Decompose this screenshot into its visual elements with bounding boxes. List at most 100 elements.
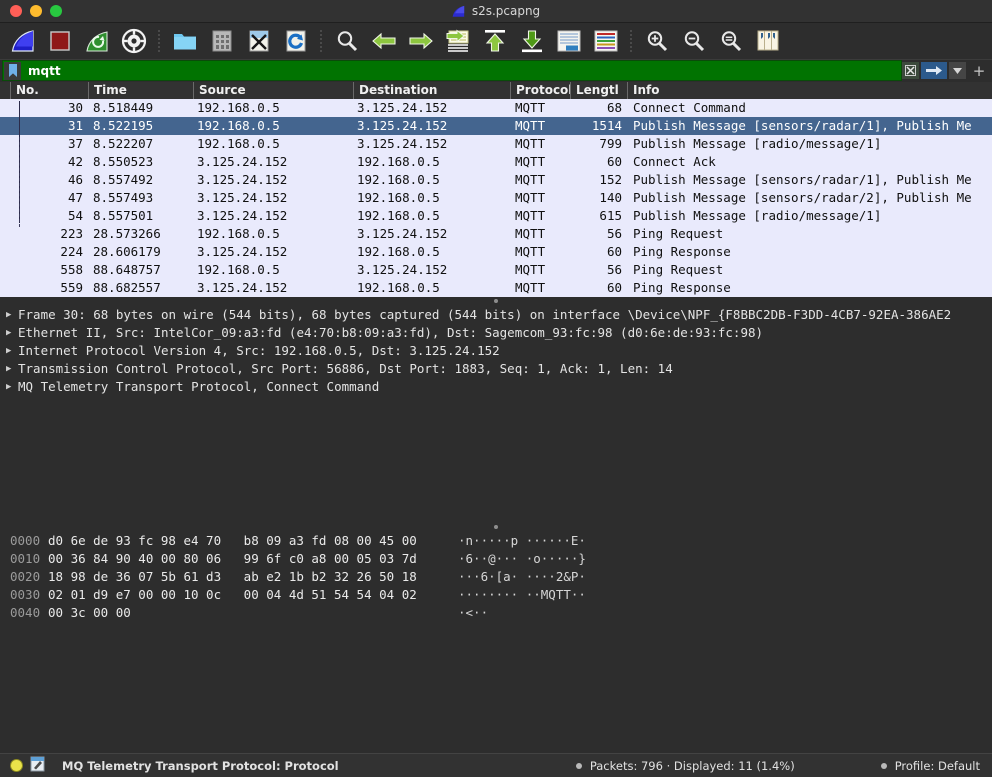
table-row[interactable]: 223 28.573266 192.168.0.5 3.125.24.152 MQTT 5…	[0, 225, 992, 243]
table-row[interactable]: 558 88.648757 192.168.0.5 3.125.24.152 MQTT 5…	[0, 261, 992, 279]
column-header-protocol[interactable]: Protocol	[510, 82, 570, 99]
auto-scroll-button[interactable]	[553, 26, 584, 57]
apply-filter-button[interactable]	[921, 62, 947, 79]
packet-row-marker	[0, 261, 10, 279]
hex-dump-row[interactable]: 0030 02 01 d9 e7 00 00 10 0c 00 04 4d 51 …	[0, 586, 992, 604]
detail-tree-row[interactable]: ▶ Transmission Control Protocol, Src Port…	[0, 360, 992, 378]
title-bar: s2s.pcapng	[0, 0, 992, 23]
packet-info: Ping Response	[633, 244, 731, 259]
packet-destination: 192.168.0.5	[357, 280, 440, 295]
restart-capture-button[interactable]	[81, 26, 112, 57]
go-to-packet-button[interactable]	[442, 26, 473, 57]
column-header-source[interactable]: Source	[193, 82, 353, 99]
minimize-window-button[interactable]	[30, 5, 42, 17]
shark-fin-icon	[11, 30, 34, 52]
packet-time: 8.557501	[93, 208, 154, 223]
column-header-no[interactable]: No.	[10, 82, 88, 99]
go-back-button[interactable]	[368, 26, 399, 57]
triangle-right-icon[interactable]: ▶	[4, 342, 18, 360]
table-row[interactable]: 30 8.518449 192.168.0.5 3.125.24.152 MQTT 68 C…	[0, 99, 992, 117]
reload-file-button[interactable]	[280, 26, 311, 57]
detail-tree-row[interactable]: ▶ Frame 30: 68 bytes on wire (544 bits), …	[0, 306, 992, 324]
column-header-time[interactable]: Time	[88, 82, 193, 99]
table-row[interactable]: 37 8.522207 192.168.0.5 3.125.24.152 MQTT 799…	[0, 135, 992, 153]
packet-detail-pane[interactable]: ▶ Frame 30: 68 bytes on wire (544 bits), …	[0, 304, 992, 523]
comment-glyph-icon	[30, 756, 45, 772]
clear-filter-button[interactable]	[902, 62, 919, 79]
zoom-reset-button[interactable]	[715, 26, 746, 57]
column-header-length[interactable]: Lengtl	[570, 82, 627, 99]
packet-list-detail-splitter[interactable]	[0, 297, 992, 304]
hex-dump-row[interactable]: 0010 00 36 84 90 40 00 80 06 99 6f c0 a8 …	[0, 550, 992, 568]
packet-row-marker	[0, 225, 10, 243]
zoom-out-button[interactable]	[678, 26, 709, 57]
status-bar-profile[interactable]: Profile: Default	[880, 759, 992, 773]
zoom-window-button[interactable]	[50, 5, 62, 17]
open-file-button[interactable]	[169, 26, 200, 57]
display-filter-value[interactable]: mqtt	[22, 64, 61, 78]
save-file-button[interactable]	[206, 26, 237, 57]
packet-protocol: MQTT	[515, 226, 546, 241]
packet-length: 152	[599, 172, 622, 187]
table-row[interactable]: 46 8.557492 3.125.24.152 192.168.0.5 MQTT 152…	[0, 171, 992, 189]
capture-options-button[interactable]	[118, 26, 149, 57]
go-to-last-button[interactable]	[516, 26, 547, 57]
packet-list-body[interactable]: 30 8.518449 192.168.0.5 3.125.24.152 MQTT 68 C…	[0, 99, 992, 297]
start-capture-button[interactable]	[7, 26, 38, 57]
detail-tree-row[interactable]: ▶ MQ Telemetry Transport Protocol, Connec…	[0, 378, 992, 396]
packet-info: Publish Message [sensors/radar/1], Publi…	[633, 118, 972, 133]
go-forward-button[interactable]	[405, 26, 436, 57]
table-row[interactable]: 47 8.557493 3.125.24.152 192.168.0.5 MQTT 140…	[0, 189, 992, 207]
packet-destination: 192.168.0.5	[357, 244, 440, 259]
capture-comment-icon[interactable]	[30, 756, 45, 775]
triangle-right-icon[interactable]: ▶	[4, 378, 18, 396]
packet-no: 54	[67, 208, 83, 223]
expert-info-yellow-icon[interactable]	[10, 759, 23, 772]
table-row[interactable]: 54 8.557501 3.125.24.152 192.168.0.5 MQTT 615…	[0, 207, 992, 225]
packet-row-marker	[0, 243, 10, 261]
table-row[interactable]: 31 8.522195 192.168.0.5 3.125.24.152 MQTT 151…	[0, 117, 992, 135]
filter-actions	[902, 60, 968, 81]
zoom-in-button[interactable]	[641, 26, 672, 57]
column-header-info[interactable]: Info	[627, 82, 992, 99]
profile-bullet-icon	[880, 762, 887, 769]
detail-tree-row[interactable]: ▶ Ethernet II, Src: IntelCor_09:a3:fd (e4…	[0, 324, 992, 342]
close-file-button[interactable]	[243, 26, 274, 57]
detail-tree-row[interactable]: ▶ Internet Protocol Version 4, Src: 192.1…	[0, 342, 992, 360]
bookmark-icon[interactable]	[4, 61, 21, 80]
triangle-right-icon[interactable]: ▶	[4, 324, 18, 342]
hex-ascii: ···6·[a· ····2&P·	[458, 569, 586, 584]
display-filter-input[interactable]: mqtt	[2, 60, 902, 81]
triangle-right-icon[interactable]: ▶	[4, 306, 18, 324]
detail-bytes-splitter[interactable]	[0, 523, 992, 530]
stop-capture-button[interactable]	[44, 26, 75, 57]
packet-row-marker	[0, 153, 10, 171]
toolbar-separator	[320, 30, 322, 52]
go-to-first-button[interactable]	[479, 26, 510, 57]
packet-no: 31	[67, 118, 83, 133]
packet-list[interactable]: No. Time Source Destination Protocol Len…	[0, 82, 992, 297]
triangle-right-icon[interactable]: ▶	[4, 360, 18, 378]
packet-length: 68	[606, 100, 622, 115]
hex-dump-row[interactable]: 0040 00 3c 00 00 ·<··	[0, 604, 992, 622]
hex-bytes: 02 01 d9 e7 00 00 10 0c 00 04 4d 51 54 5…	[48, 587, 417, 602]
resize-columns-button[interactable]	[752, 26, 783, 57]
add-filter-button[interactable]: +	[968, 60, 990, 81]
table-row[interactable]: 42 8.550523 3.125.24.152 192.168.0.5 MQTT 60 C…	[0, 153, 992, 171]
table-row[interactable]: 559 88.682557 3.125.24.152 192.168.0.5 MQTT 6…	[0, 279, 992, 297]
find-packet-button[interactable]	[331, 26, 362, 57]
packet-protocol: MQTT	[515, 172, 546, 187]
hex-dump-row[interactable]: 0020 18 98 de 36 07 5b 61 d3 ab e2 1b b2 …	[0, 568, 992, 586]
column-header-destination[interactable]: Destination	[353, 82, 510, 99]
packet-length: 140	[599, 190, 622, 205]
window-title: s2s.pcapng	[471, 4, 541, 18]
close-window-button[interactable]	[10, 5, 22, 17]
table-row[interactable]: 224 28.606179 3.125.24.152 192.168.0.5 MQTT 6…	[0, 243, 992, 261]
packet-bytes-pane[interactable]: 0000 d0 6e de 93 fc 98 e4 70 b8 09 a3 fd …	[0, 530, 992, 753]
packet-destination: 192.168.0.5	[357, 190, 440, 205]
filter-history-dropdown[interactable]	[949, 62, 966, 79]
gear-icon	[121, 28, 146, 54]
hex-dump-row[interactable]: 0000 d0 6e de 93 fc 98 e4 70 b8 09 a3 fd …	[0, 532, 992, 550]
colorize-button[interactable]	[590, 26, 621, 57]
packet-info: Connect Ack	[633, 154, 716, 169]
